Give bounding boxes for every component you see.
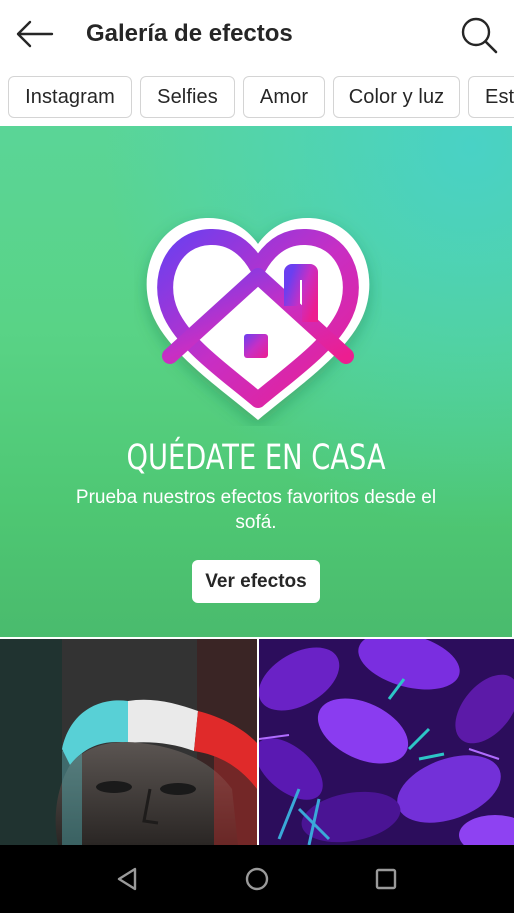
- system-navigation-bar: [0, 845, 514, 913]
- tricolor-face-image: [0, 639, 257, 845]
- system-home-button[interactable]: [237, 859, 277, 899]
- purple-leaves-image: [259, 639, 514, 845]
- featured-banner[interactable]: QUÉDATE EN CASA Prueba nuestros efectos …: [0, 126, 512, 637]
- category-chips: Instagram Selfies Amor Color y luz Est: [0, 68, 514, 126]
- banner-subtitle: Prueba nuestros efectos favoritos desde …: [75, 487, 437, 533]
- arrow-left-icon: [16, 20, 54, 48]
- effect-thumbnail-purple-leaves[interactable]: [259, 639, 514, 845]
- search-button[interactable]: [456, 12, 502, 58]
- system-back-button[interactable]: [108, 859, 148, 899]
- back-button[interactable]: [12, 14, 56, 54]
- page-title: Galería de efectos: [86, 20, 293, 47]
- see-effects-button[interactable]: Ver efectos: [192, 560, 320, 603]
- system-recents-button[interactable]: [366, 859, 406, 899]
- effect-thumbnail-tricolor-face[interactable]: [0, 639, 257, 845]
- chip-instagram[interactable]: Instagram: [8, 76, 132, 118]
- chip-color-y-luz[interactable]: Color y luz: [333, 76, 460, 118]
- circle-home-icon: [245, 867, 269, 891]
- app-header: Galería de efectos: [0, 0, 514, 68]
- search-icon: [461, 17, 498, 54]
- chip-partial[interactable]: Est: [468, 76, 514, 118]
- banner-title: QUÉDATE EN CASA: [126, 438, 386, 478]
- chip-amor[interactable]: Amor: [243, 76, 325, 118]
- triangle-back-icon: [117, 867, 137, 891]
- heart-house-icon: [146, 217, 370, 420]
- chip-selfies[interactable]: Selfies: [140, 76, 235, 118]
- square-recents-icon: [375, 868, 397, 890]
